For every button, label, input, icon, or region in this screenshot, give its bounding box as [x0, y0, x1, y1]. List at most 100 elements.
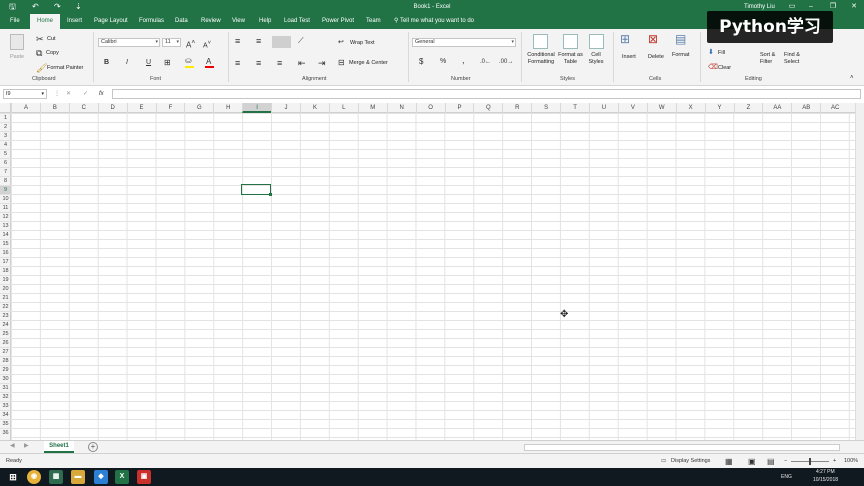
row-header[interactable]: 10 — [0, 194, 11, 203]
tab-team[interactable]: Team — [366, 14, 381, 29]
zoom-out-icon[interactable]: − — [784, 454, 787, 469]
wrap-text-icon[interactable]: ↩ — [338, 38, 344, 48]
column-header[interactable]: G — [184, 103, 213, 113]
enter-icon[interactable]: ✓ — [83, 89, 88, 99]
row-header[interactable]: 1 — [0, 113, 11, 122]
column-header[interactable]: D — [97, 103, 127, 113]
column-header[interactable]: Y — [704, 103, 734, 113]
row-header[interactable]: 22 — [0, 302, 11, 311]
row-header[interactable]: 20 — [0, 284, 11, 293]
cell-styles-button[interactable]: Cell Styles — [585, 52, 607, 66]
fill-color-icon[interactable]: ⛀ — [185, 56, 192, 66]
column-header[interactable]: P — [444, 103, 474, 113]
display-settings-icon[interactable]: ▭ — [661, 454, 666, 469]
row-header[interactable]: 33 — [0, 401, 11, 410]
underline-button[interactable]: U — [146, 58, 151, 68]
comma-button[interactable]: , — [462, 55, 465, 65]
number-format-select[interactable]: General ▾ — [412, 38, 516, 47]
copy-icon[interactable]: ⧉ — [36, 48, 42, 58]
tab-formulas[interactable]: Formulas — [139, 14, 164, 29]
row-header[interactable]: 3 — [0, 131, 11, 140]
name-box[interactable]: I9 ▾ — [3, 89, 47, 99]
input-language[interactable]: ENG — [781, 474, 792, 480]
format-cells-button[interactable]: Format — [672, 52, 689, 58]
select-all-button[interactable] — [0, 103, 11, 113]
format-as-table-icon[interactable] — [563, 34, 578, 49]
row-header[interactable]: 7 — [0, 167, 11, 176]
column-header[interactable]: V — [617, 103, 647, 113]
row-header[interactable]: 12 — [0, 212, 11, 221]
column-header[interactable]: R — [502, 103, 531, 113]
spreadsheet-app-icon[interactable]: ▦ — [49, 470, 63, 484]
cut-icon[interactable]: ✂ — [36, 34, 44, 44]
page-break-view-icon[interactable]: ▤ — [767, 454, 775, 469]
copy-button[interactable]: Copy — [46, 50, 59, 56]
tab-data[interactable]: Data — [175, 14, 188, 29]
bold-button[interactable]: B — [104, 58, 109, 68]
row-header[interactable]: 26 — [0, 338, 11, 347]
column-header[interactable]: S — [531, 103, 560, 113]
clock-date[interactable]: 10/15/2018 — [813, 477, 838, 483]
font-name-select[interactable]: Calibri ▾ — [98, 38, 160, 47]
column-header[interactable]: Q — [473, 103, 502, 113]
sort-filter-button[interactable]: Sort & Filter — [760, 52, 778, 66]
row-header[interactable]: 23 — [0, 311, 11, 320]
conditional-formatting-icon[interactable] — [533, 34, 548, 49]
row-header[interactable]: 19 — [0, 275, 11, 284]
next-sheet-icon[interactable]: ▶ — [24, 442, 29, 449]
column-header[interactable]: W — [646, 103, 676, 113]
tab-home[interactable]: Home — [30, 14, 61, 29]
column-header[interactable]: C — [68, 103, 98, 113]
tab-insert[interactable]: Insert — [67, 14, 82, 29]
file-explorer-icon[interactable]: ▬ — [71, 470, 85, 484]
column-header[interactable]: U — [589, 103, 618, 113]
collapse-ribbon-icon[interactable]: ˄ — [850, 73, 854, 83]
chrome-icon[interactable]: ◉ — [27, 470, 41, 484]
paste-button[interactable]: Paste — [10, 54, 24, 60]
row-header[interactable]: 6 — [0, 158, 11, 167]
increase-indent-icon[interactable]: ⇥ — [318, 58, 326, 68]
row-header[interactable]: 27 — [0, 347, 11, 356]
row-header[interactable]: 28 — [0, 356, 11, 365]
column-header[interactable]: J — [271, 103, 300, 113]
row-header[interactable]: 31 — [0, 383, 11, 392]
row-header[interactable]: 29 — [0, 365, 11, 374]
align-center-icon[interactable]: ≡ — [256, 58, 261, 68]
delete-cells-icon[interactable]: ⊠ — [648, 33, 658, 45]
increase-font-icon[interactable]: A˄ — [186, 38, 195, 51]
tab-page-layout[interactable]: Page Layout — [94, 14, 128, 29]
merge-center-icon[interactable]: ⊟ — [338, 58, 345, 68]
close-button[interactable]: ✕ — [846, 0, 862, 14]
align-top-icon[interactable]: ≡ — [235, 36, 240, 46]
column-header[interactable]: F — [155, 103, 185, 113]
decrease-decimal-icon[interactable]: .00→ — [499, 57, 513, 67]
windows-start-icon[interactable]: ⊞ — [6, 470, 20, 484]
row-header[interactable]: 18 — [0, 266, 11, 275]
row-header[interactable]: 36 — [0, 428, 11, 437]
align-bottom-icon[interactable] — [272, 36, 291, 48]
find-select-button[interactable]: Find & Select — [784, 52, 804, 66]
paste-icon[interactable] — [10, 34, 24, 50]
horizontal-scrollbar[interactable] — [524, 444, 840, 451]
format-cells-icon[interactable]: ▤ — [675, 33, 686, 45]
row-header[interactable]: 8 — [0, 176, 11, 185]
column-header[interactable]: N — [386, 103, 416, 113]
column-header[interactable]: AA — [762, 103, 791, 113]
format-painter-icon[interactable]: 🖌 — [36, 63, 47, 73]
tab-file[interactable]: File — [10, 14, 20, 29]
font-size-select[interactable]: 11 ▾ — [162, 38, 181, 47]
fill-icon[interactable]: ⬇ — [708, 48, 714, 58]
recorder-icon[interactable]: ▣ — [137, 470, 151, 484]
column-header[interactable]: AC — [820, 103, 849, 113]
wrap-text-button[interactable]: Wrap Text — [350, 40, 375, 46]
row-header[interactable]: 16 — [0, 248, 11, 257]
row-header[interactable]: 4 — [0, 140, 11, 149]
row-header[interactable]: 34 — [0, 410, 11, 419]
prev-sheet-icon[interactable]: ◀ — [10, 442, 15, 449]
tell-me-search[interactable]: ⚲ Tell me what you want to do — [394, 14, 474, 29]
decrease-font-icon[interactable]: A˅ — [203, 38, 211, 51]
sheet-tab[interactable]: Sheet1 — [44, 441, 74, 453]
zoom-in-icon[interactable]: + — [833, 454, 836, 469]
column-header[interactable]: I — [242, 103, 272, 113]
zoom-slider-thumb[interactable] — [809, 458, 811, 465]
